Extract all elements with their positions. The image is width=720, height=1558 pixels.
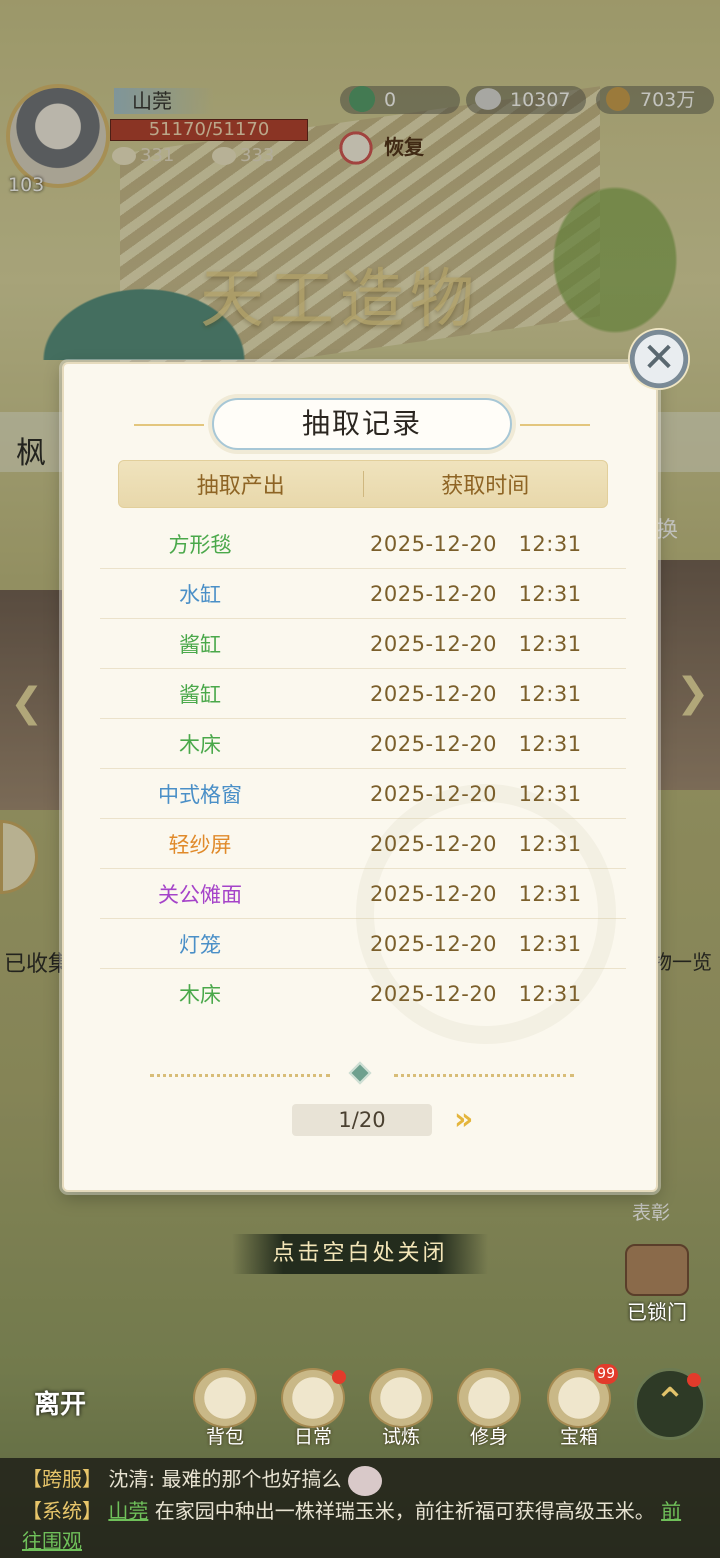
chat-panel[interactable]: 【跨服】 沈清: 最难的那个也好搞么 【系统】 山莞 在家园中种出一株祥瑞玉米，… (0, 1458, 720, 1558)
nav-trial[interactable]: 试炼 (364, 1368, 438, 1449)
nav-label: 修身 (469, 1426, 508, 1448)
header-time: 获取时间 (441, 474, 530, 499)
chat-channel-tag: 【跨服】 (22, 1467, 102, 1491)
divider-dots-right (394, 1074, 574, 1077)
record-item-name: 木床 (179, 732, 221, 757)
title-ornament-left (134, 424, 204, 426)
nav-cultivate[interactable]: 修身 (452, 1368, 526, 1449)
emoji-icon (347, 1465, 382, 1496)
record-item-name: 水缸 (179, 582, 221, 607)
leave-button[interactable]: 离开 (14, 1390, 94, 1460)
trial-hat-icon (369, 1368, 433, 1428)
tap-blank-to-close-hint: 点击空白处关闭 (232, 1234, 488, 1274)
record-time: 2025-12-20 12:31 (370, 881, 582, 906)
table-row: 酱缸 2025-12-20 12:31 (100, 619, 626, 669)
table-row: 木床 2025-12-20 12:31 (100, 719, 626, 769)
notification-dot (687, 1373, 701, 1387)
record-time: 2025-12-20 12:31 (370, 781, 582, 806)
draw-record-modal: 抽取记录 抽取产出 获取时间 方形毯 2025-12-20 12:31 水缸 2025… (62, 362, 658, 1192)
chat-message: 在家园中种出一株祥瑞玉米，前往祈福可获得高级玉米。 (154, 1498, 655, 1523)
chat-line-crossserver: 【跨服】 沈清: 最难的那个也好搞么 (22, 1464, 698, 1496)
chat-channel-tag: 【系统】 (22, 1498, 102, 1523)
table-row: 水缸 2025-12-20 12:31 (100, 569, 626, 619)
record-time: 2025-12-20 12:31 (370, 731, 582, 756)
chat-message: 最难的那个也好搞么 (161, 1467, 342, 1491)
table-row: 轻纱屏 2025-12-20 12:31 (100, 819, 626, 869)
notification-dot (332, 1370, 346, 1384)
divider-diamond-icon (348, 1061, 372, 1085)
lock-icon (625, 1244, 689, 1296)
record-list: 方形毯 2025-12-20 12:31 水缸 2025-12-20 12:31 酱缸 2… (100, 519, 626, 1019)
record-time: 2025-12-20 12:31 (370, 681, 582, 706)
page-indicator: 1/20 (292, 1104, 432, 1136)
record-item-name: 方形毯 (168, 532, 232, 557)
record-item-name: 灯笼 (179, 932, 221, 957)
record-item-name: 中式格窗 (158, 782, 242, 807)
locked-door-label: 已锁门 (627, 1300, 687, 1324)
record-item-name: 轻纱屏 (168, 832, 232, 857)
locked-door-button[interactable]: 已锁门 (612, 1244, 702, 1334)
chat-line-system: 【系统】 山莞 在家园中种出一株祥瑞玉米，前往祈福可获得高级玉米。 前往围观 (22, 1496, 698, 1556)
record-item-name: 木床 (179, 983, 221, 1007)
record-time: 2025-12-20 12:31 (370, 831, 582, 856)
table-row: 关公傩面 2025-12-20 12:31 (100, 869, 626, 919)
record-time: 2025-12-20 12:31 (370, 581, 582, 606)
cultivate-book-icon (457, 1368, 521, 1428)
table-row: 灯笼 2025-12-20 12:31 (100, 919, 626, 969)
backpack-icon (193, 1368, 257, 1428)
chat-sender: 沈清: (108, 1467, 156, 1491)
nav-label: 日常 (293, 1426, 332, 1448)
record-item-name: 酱缸 (179, 682, 221, 707)
divider-dots-left (150, 1074, 330, 1077)
close-icon[interactable]: ✕ (628, 328, 690, 390)
nav-treasure[interactable]: 99 宝箱 (542, 1364, 618, 1449)
nav-label: 背包 (205, 1426, 244, 1448)
record-item-name: 关公傩面 (158, 882, 242, 907)
treasure-badge: 99 (594, 1364, 618, 1384)
table-row: 木床 2025-12-20 12:31 (100, 969, 626, 1019)
chat-player-link[interactable]: 山莞 (108, 1499, 148, 1523)
title-ornament-right (520, 424, 590, 426)
nav-backpack[interactable]: 背包 (188, 1368, 262, 1449)
expand-menu-button[interactable]: ⌃ (634, 1368, 706, 1440)
table-row: 酱缸 2025-12-20 12:31 (100, 669, 626, 719)
header-item: 抽取产出 (196, 474, 285, 499)
modal-title: 抽取记录 (212, 398, 512, 450)
nav-daily[interactable]: 日常 (276, 1368, 350, 1449)
record-time: 2025-12-20 12:31 (370, 931, 582, 956)
table-header: 抽取产出 获取时间 (118, 460, 608, 508)
table-row: 方形毯 2025-12-20 12:31 (100, 519, 626, 569)
record-time: 2025-12-20 12:31 (370, 982, 582, 1006)
nav-label: 试炼 (381, 1426, 420, 1448)
chevron-up-icon: ⌃ (653, 1380, 687, 1426)
table-row: 中式格窗 2025-12-20 12:31 (100, 769, 626, 819)
record-time: 2025-12-20 12:31 (370, 631, 582, 656)
next-page-icon[interactable]: » (454, 1104, 494, 1138)
nav-label: 宝箱 (559, 1426, 598, 1448)
record-time: 2025-12-20 12:31 (370, 531, 582, 556)
record-item-name: 酱缸 (179, 632, 221, 657)
